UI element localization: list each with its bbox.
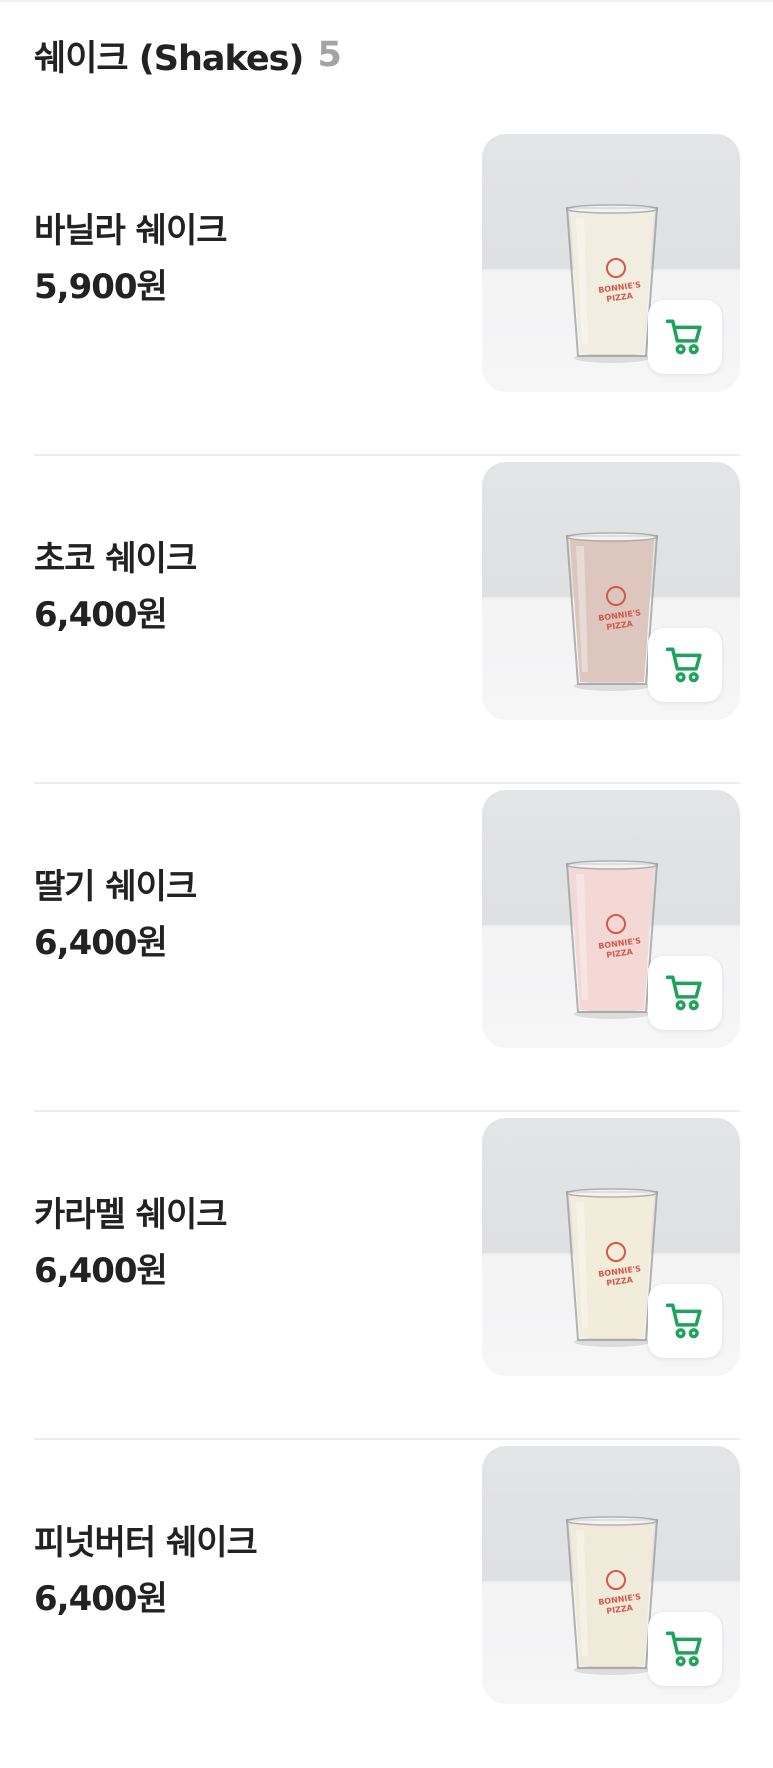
item-image[interactable]: BONNIE'S PIZZA bbox=[482, 790, 740, 1048]
top-divider bbox=[0, 0, 773, 2]
item-name: 딸기 쉐이크 bbox=[34, 867, 197, 907]
item-name: 바닐라 쉐이크 bbox=[34, 211, 228, 251]
item-image[interactable]: BONNIE'S PIZZA bbox=[482, 134, 740, 392]
menu-item[interactable]: 피넛버터 쉐이크 6,400원 BONNIE'S PIZZA bbox=[34, 1440, 740, 1768]
glass-shadow bbox=[574, 1009, 650, 1019]
item-price: 6,400원 bbox=[34, 1579, 168, 1619]
item-price: 5,900원 bbox=[34, 267, 168, 307]
item-price: 6,400원 bbox=[34, 595, 168, 635]
item-info: 바닐라 쉐이크 5,900원 bbox=[34, 128, 228, 390]
shopping-cart-icon bbox=[665, 647, 702, 683]
add-to-cart-button[interactable] bbox=[648, 628, 722, 702]
milkshake-glass: BONNIE'SPIZZA bbox=[565, 860, 659, 1019]
item-name: 카라멜 쉐이크 bbox=[34, 1195, 228, 1235]
item-info: 딸기 쉐이크 6,400원 bbox=[34, 784, 197, 1046]
item-price: 6,400원 bbox=[34, 923, 168, 963]
menu-item[interactable]: 딸기 쉐이크 6,400원 BONNIE'S PIZZA bbox=[34, 784, 740, 1112]
section-count: 5 bbox=[317, 35, 341, 75]
milkshake-glass: BONNIE'SPIZZA bbox=[565, 1188, 659, 1347]
shopping-cart-icon bbox=[665, 1303, 702, 1339]
add-to-cart-button[interactable] bbox=[648, 300, 722, 374]
add-to-cart-button[interactable] bbox=[648, 956, 722, 1030]
item-image[interactable]: BONNIE'S PIZZA bbox=[482, 462, 740, 720]
add-to-cart-button[interactable] bbox=[648, 1612, 722, 1686]
glass-rim bbox=[566, 860, 658, 870]
glass-shadow bbox=[574, 681, 650, 691]
add-to-cart-button[interactable] bbox=[648, 1284, 722, 1358]
glass-rim bbox=[566, 1516, 658, 1526]
shopping-cart-icon bbox=[665, 319, 702, 355]
item-info: 초코 쉐이크 6,400원 bbox=[34, 456, 197, 718]
item-info: 피넛버터 쉐이크 6,400원 bbox=[34, 1440, 258, 1702]
section-title: 쉐이크 (Shakes) bbox=[34, 38, 304, 79]
menu-item[interactable]: 바닐라 쉐이크 5,900원 BONNIE'S PIZZA bbox=[34, 128, 740, 456]
glass-rim bbox=[566, 204, 658, 214]
item-price: 6,400원 bbox=[34, 1251, 168, 1291]
item-info: 카라멜 쉐이크 6,400원 bbox=[34, 1112, 228, 1374]
glass-shadow bbox=[574, 1665, 650, 1675]
item-image[interactable]: BONNIE'S PIZZA bbox=[482, 1446, 740, 1704]
menu-item[interactable]: 카라멜 쉐이크 6,400원 BONNIE'S PIZZA bbox=[34, 1112, 740, 1440]
glass-shadow bbox=[574, 1337, 650, 1347]
item-name: 피넛버터 쉐이크 bbox=[34, 1523, 258, 1563]
milkshake-glass: BONNIE'SPIZZA bbox=[565, 204, 659, 363]
shopping-cart-icon bbox=[665, 975, 702, 1011]
shopping-cart-icon bbox=[665, 1631, 702, 1667]
glass-shadow bbox=[574, 353, 650, 363]
glass-rim bbox=[566, 532, 658, 542]
menu-list: 바닐라 쉐이크 5,900원 BONNIE'S PIZZA 초코 쉐이크 6,40… bbox=[34, 128, 740, 1768]
milkshake-glass: BONNIE'SPIZZA bbox=[565, 1516, 659, 1675]
section-header: 쉐이크 (Shakes) 5 bbox=[34, 30, 342, 80]
item-image[interactable]: BONNIE'S PIZZA bbox=[482, 1118, 740, 1376]
item-name: 초코 쉐이크 bbox=[34, 539, 197, 579]
milkshake-glass: BONNIE'SPIZZA bbox=[565, 532, 659, 691]
menu-item[interactable]: 초코 쉐이크 6,400원 BONNIE'S PIZZA bbox=[34, 456, 740, 784]
glass-rim bbox=[566, 1188, 658, 1198]
